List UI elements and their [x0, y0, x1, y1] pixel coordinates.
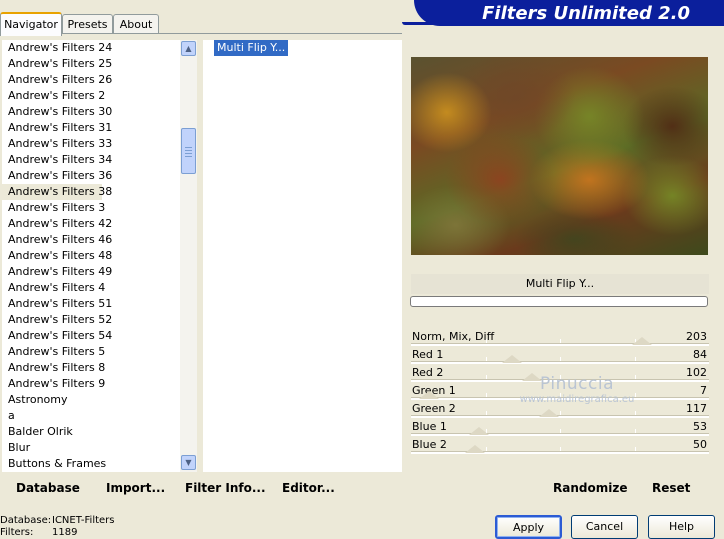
database-button[interactable]: Database — [16, 480, 80, 496]
category-item[interactable]: Andrew's Filters 26 — [2, 72, 180, 88]
watermark: Pinuccia www.maidiregrafica.eu — [512, 374, 642, 405]
filters-label: Filters: — [0, 527, 34, 538]
slider-tick — [486, 339, 487, 343]
slider-row[interactable]: Blue 1 53 — [411, 418, 709, 436]
category-item[interactable]: Andrew's Filters 25 — [2, 56, 180, 72]
category-item[interactable]: Buttons & Frames — [2, 456, 180, 472]
watermark-site: www.maidiregrafica.eu — [519, 394, 635, 405]
category-item[interactable]: Andrew's Filters 34 — [2, 152, 180, 168]
slider-value: 203 — [686, 330, 707, 343]
slider-tick — [635, 447, 636, 451]
database-label: Database: — [0, 515, 52, 526]
slider-tick — [560, 411, 561, 415]
category-item[interactable]: Andrew's Filters 33 — [2, 136, 180, 152]
category-item[interactable]: Andrew's Filters 38 — [2, 184, 112, 200]
category-list[interactable]: Andrew's Filters 24 Andrew's Filters 25 An… — [2, 40, 180, 472]
category-item[interactable]: Andrew's Filters 4 — [2, 280, 180, 296]
slider-thumb[interactable] — [632, 337, 652, 345]
category-item[interactable]: Andrew's Filters 54 — [2, 328, 180, 344]
database-info: Database:ICNET-Filters Filters: 1189 — [0, 515, 115, 539]
slider-label: Red 2 — [412, 366, 444, 379]
slider-tick — [560, 429, 561, 433]
category-item[interactable]: Andrew's Filters 42 — [2, 216, 180, 232]
slider-row[interactable]: Red 1 84 — [411, 346, 709, 364]
slider-label: Norm, Mix, Diff — [412, 330, 495, 343]
filter-name-label: Multi Flip Y... — [411, 274, 709, 294]
preview-image — [411, 57, 708, 255]
slider-tick — [635, 429, 636, 433]
filter-list[interactable]: Multi Flip Y... — [203, 40, 402, 472]
slider-thumb[interactable] — [539, 409, 559, 417]
slider-tick — [635, 411, 636, 415]
title-banner-stripe — [402, 22, 724, 25]
category-item[interactable]: Andrew's Filters 52 — [2, 312, 180, 328]
filter-info-button[interactable]: Filter Info... — [185, 480, 266, 496]
slider-value: 7 — [700, 384, 707, 397]
category-item[interactable]: Andrew's Filters 31 — [2, 120, 180, 136]
slider-thumb[interactable] — [502, 355, 522, 363]
help-button[interactable]: Help — [648, 515, 715, 539]
slider-tick — [560, 357, 561, 361]
category-scrollbar[interactable]: ▲ ▼ — [180, 40, 197, 472]
reset-button[interactable]: Reset — [652, 480, 690, 496]
category-item[interactable]: Andrew's Filters 9 — [2, 376, 180, 392]
tab-navigator[interactable]: Navigator — [0, 12, 62, 36]
category-item[interactable]: Andrew's Filters 5 — [2, 344, 180, 360]
slider-tick — [635, 357, 636, 361]
slider-tick — [486, 411, 487, 415]
scroll-thumb[interactable] — [181, 128, 196, 174]
slider-label: Green 2 — [412, 402, 456, 415]
slider-thumb[interactable] — [465, 445, 485, 453]
slider-row[interactable]: Blue 2 50 — [411, 436, 709, 454]
category-item[interactable]: a — [2, 408, 180, 424]
chevron-up-icon: ▲ — [185, 44, 192, 53]
slider-value: 102 — [686, 366, 707, 379]
slider-track[interactable] — [411, 451, 709, 454]
category-item[interactable]: Andrew's Filters 36 — [2, 168, 180, 184]
category-item[interactable]: Andrew's Filters 46 — [2, 232, 180, 248]
slider-value: 117 — [686, 402, 707, 415]
category-item[interactable]: Balder Olrik — [2, 424, 180, 440]
filters-count: 1189 — [52, 527, 78, 538]
slider-tick — [486, 375, 487, 379]
slider-tick — [560, 447, 561, 451]
scroll-down-button[interactable]: ▼ — [181, 455, 196, 470]
scroll-up-button[interactable]: ▲ — [181, 41, 196, 56]
tab-presets[interactable]: Presets — [62, 14, 113, 34]
tab-about[interactable]: About — [113, 14, 159, 34]
editor-button[interactable]: Editor... — [282, 480, 335, 496]
import-button[interactable]: Import... — [106, 480, 165, 496]
category-item[interactable]: Andrew's Filters 2 — [2, 88, 180, 104]
slider-thumb[interactable] — [419, 391, 439, 399]
slider-tick — [486, 447, 487, 451]
category-item[interactable]: Andrew's Filters 30 — [2, 104, 180, 120]
slider-value: 84 — [693, 348, 707, 361]
slider-thumb[interactable] — [469, 427, 489, 435]
category-item[interactable]: Andrew's Filters 49 — [2, 264, 180, 280]
slider-row[interactable]: Norm, Mix, Diff 203 — [411, 328, 709, 346]
slider-label: Blue 2 — [412, 438, 447, 451]
category-item[interactable]: Andrew's Filters 3 — [2, 200, 180, 216]
progress-bar — [410, 296, 708, 307]
category-item[interactable]: Astronomy — [2, 392, 180, 408]
apply-button[interactable]: Apply — [495, 515, 562, 539]
database-value: ICNET-Filters — [52, 515, 115, 526]
slider-tick — [560, 339, 561, 343]
chevron-down-icon: ▼ — [185, 458, 192, 467]
category-item[interactable]: Andrew's Filters 48 — [2, 248, 180, 264]
filter-item-selected[interactable]: Multi Flip Y... — [214, 40, 289, 56]
slider-label: Blue 1 — [412, 420, 447, 433]
category-item[interactable]: Andrew's Filters 8 — [2, 360, 180, 376]
slider-tick — [486, 357, 487, 361]
slider-value: 53 — [693, 420, 707, 433]
slider-tick — [486, 393, 487, 397]
slider-value: 50 — [693, 438, 707, 451]
cancel-button[interactable]: Cancel — [571, 515, 638, 539]
category-item[interactable]: Andrew's Filters 51 — [2, 296, 180, 312]
slider-label: Red 1 — [412, 348, 444, 361]
category-item[interactable]: Andrew's Filters 24 — [2, 40, 180, 56]
category-item[interactable]: Blur — [2, 440, 180, 456]
randomize-button[interactable]: Randomize — [553, 480, 627, 496]
watermark-name: Pinuccia — [540, 374, 614, 394]
